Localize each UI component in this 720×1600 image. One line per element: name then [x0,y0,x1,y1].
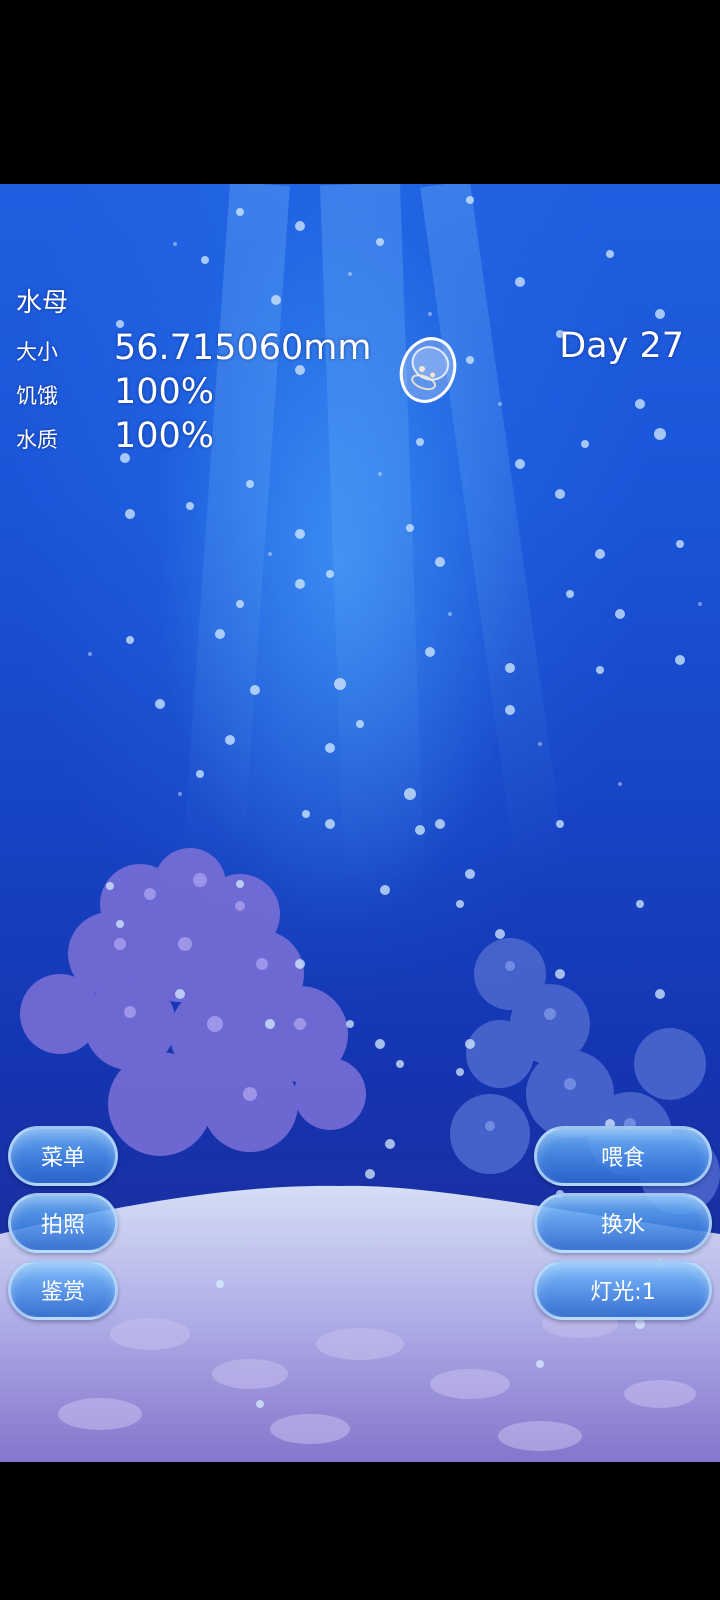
top-letterbox [0,0,720,184]
change-water-button[interactable]: 换水 [534,1193,712,1253]
bottom-letterbox [0,1462,720,1600]
screen: 水母 大小 56.715060mm 饥饿 100% 水质 100% Day 27… [0,0,720,1600]
hunger-label: 饥饿 [16,384,58,408]
feed-button[interactable]: 喂食 [534,1126,712,1186]
photo-button[interactable]: 拍照 [8,1193,118,1253]
menu-button[interactable]: 菜单 [8,1126,118,1186]
pet-name-title: 水母 [16,288,69,318]
size-value: 56.715060mm [114,328,372,368]
appreciate-button[interactable]: 鉴赏 [8,1260,118,1320]
day-counter: Day 27 [559,326,684,366]
light-button[interactable]: 灯光:1 [534,1260,712,1320]
size-label: 大小 [16,340,58,364]
jellyfish[interactable] [396,333,460,407]
hunger-value: 100% [114,372,215,412]
water-quality-label: 水质 [16,428,58,452]
water-quality-value: 100% [114,416,215,456]
